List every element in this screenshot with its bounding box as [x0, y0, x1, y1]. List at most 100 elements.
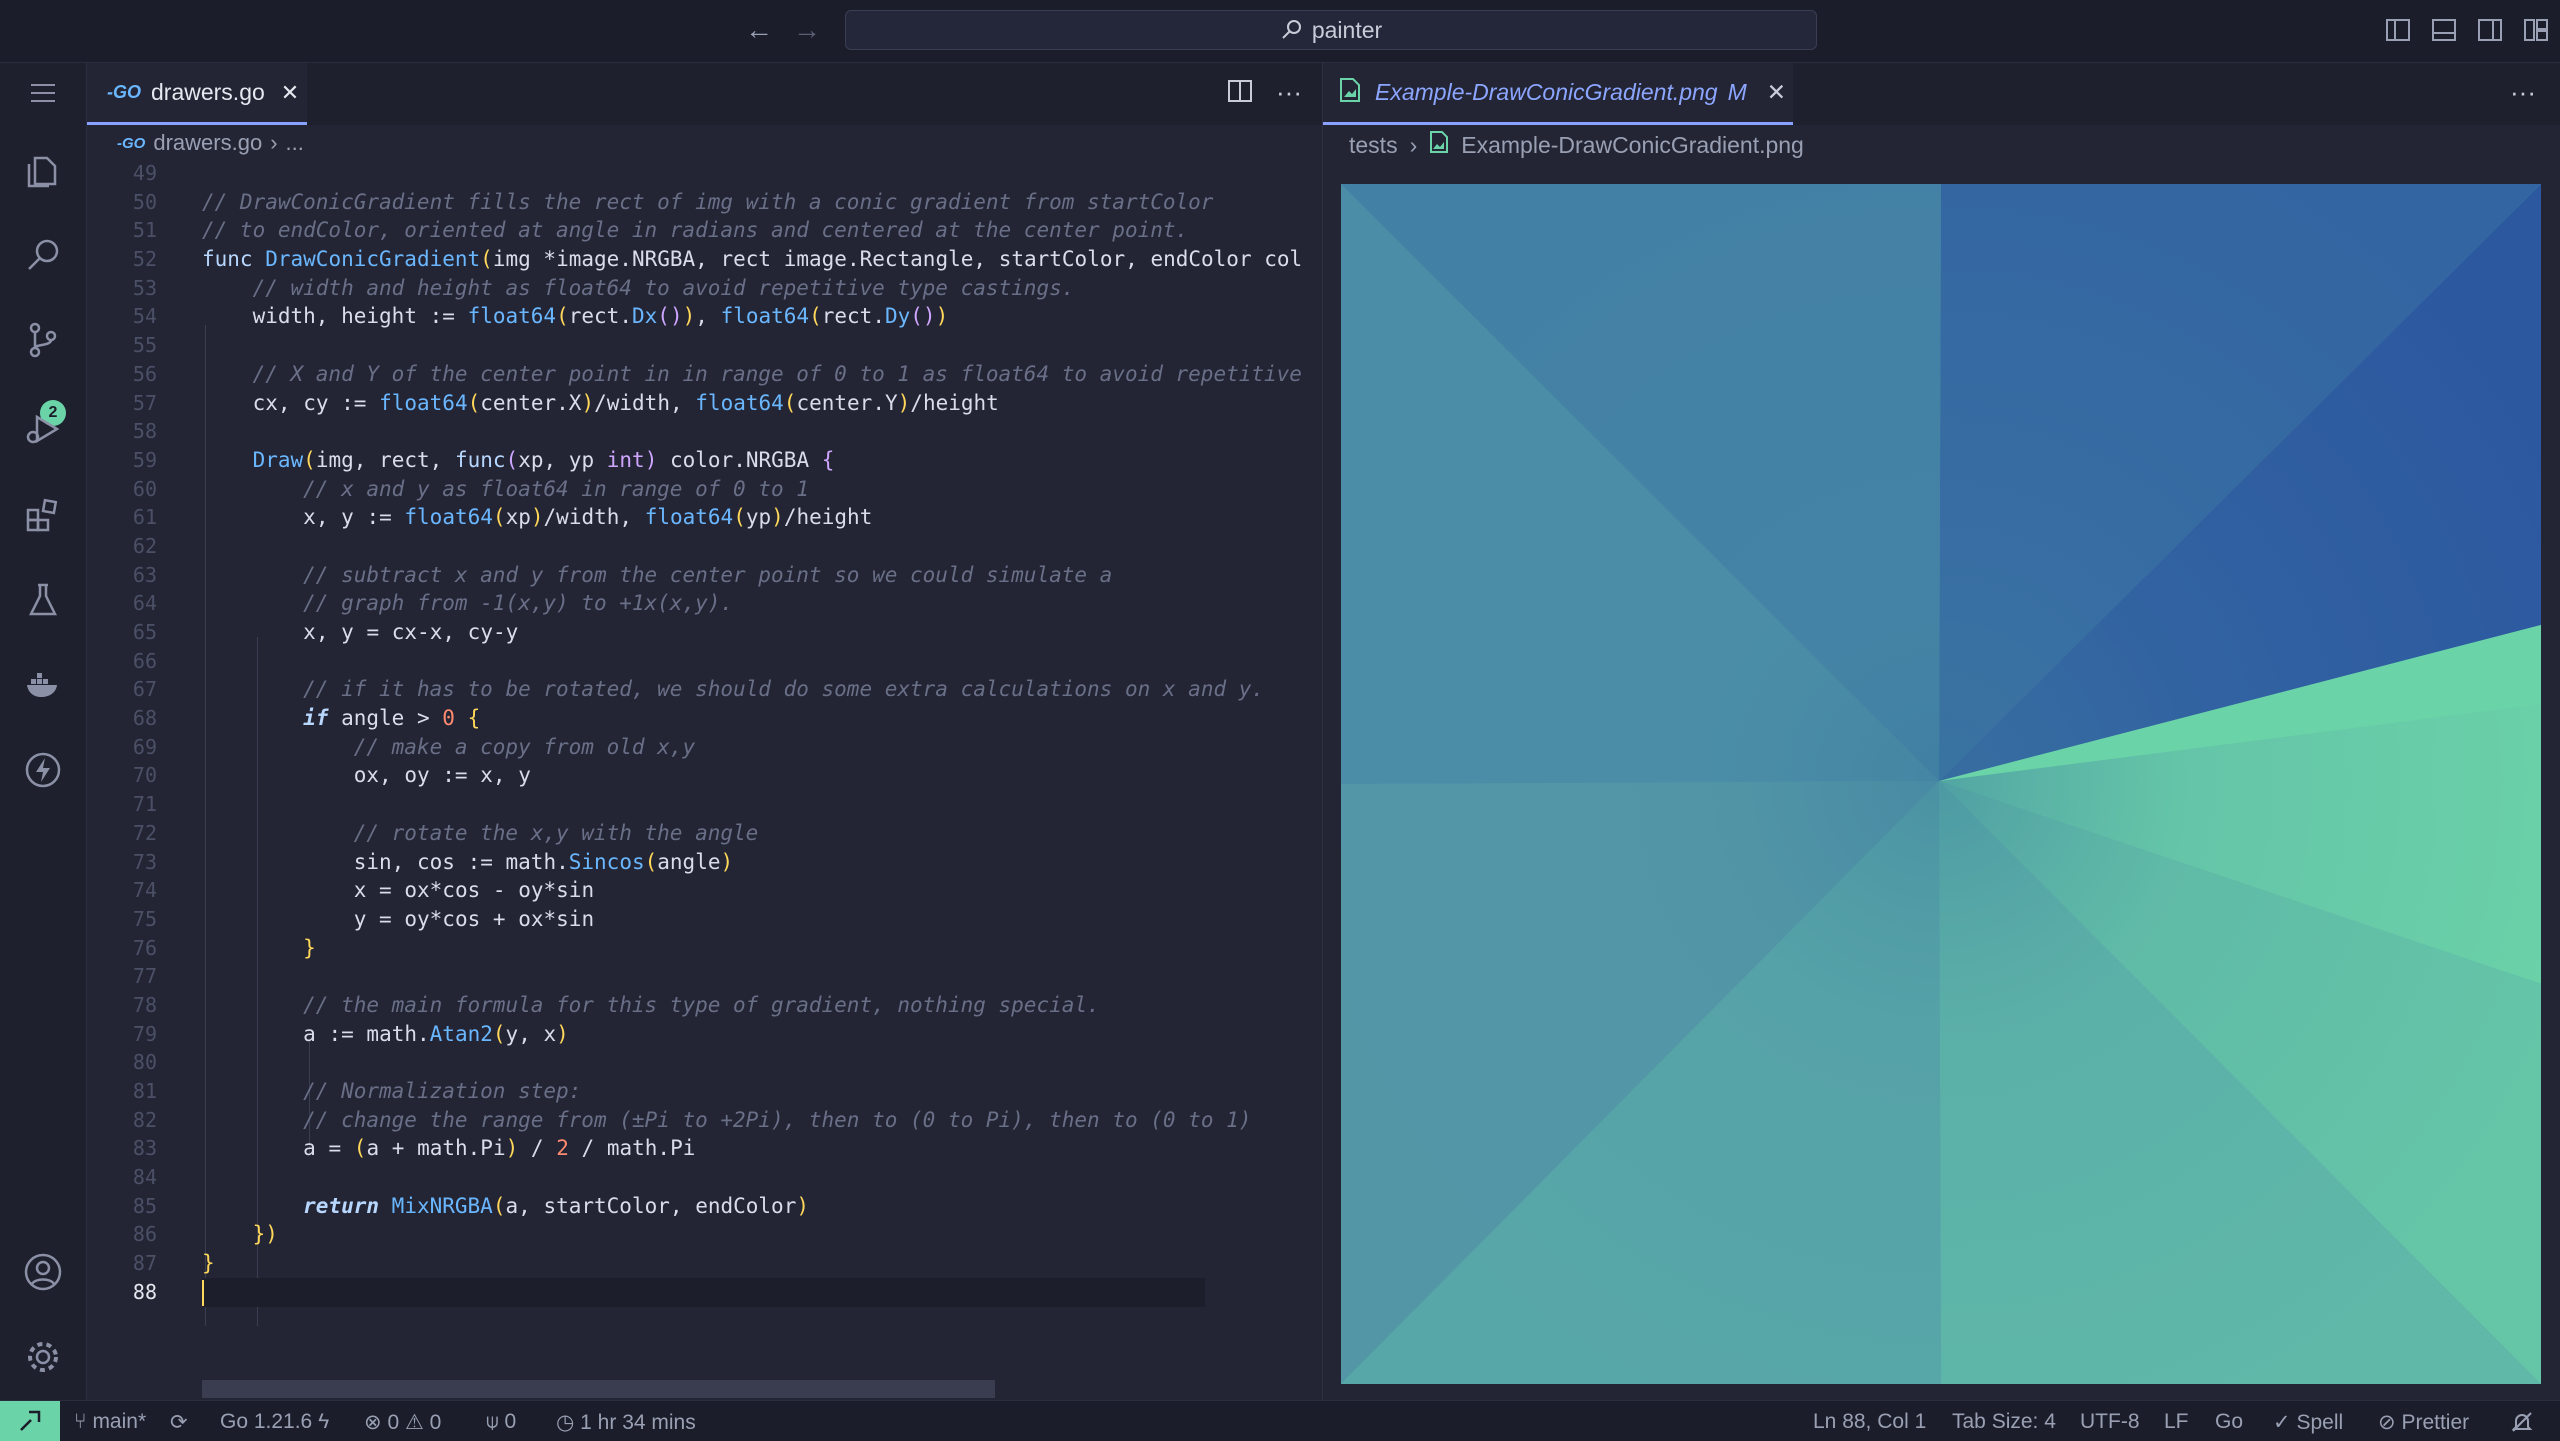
code-line[interactable]: // to endColor, oriented at angle in rad… — [202, 216, 1317, 245]
code-line[interactable]: return MixNRGBA(a, startColor, endColor) — [202, 1192, 1317, 1221]
chevron-right-icon: › — [270, 130, 278, 155]
code-line[interactable] — [202, 962, 1317, 991]
encoding[interactable]: UTF-8 — [2080, 1410, 2140, 1434]
history-icon: ◷ — [556, 1411, 575, 1434]
code-line[interactable]: // subtract x and y from the center poin… — [202, 561, 1317, 590]
breadcrumb-symbol[interactable]: ... — [286, 130, 304, 156]
code-area[interactable]: // DrawConicGradient fills the rect of i… — [202, 159, 1317, 1307]
code-line[interactable]: func DrawConicGradient(img *image.NRGBA,… — [202, 245, 1317, 274]
code-editor-group: -GO drawers.go ✕ ··· -GO drawers.go › ..… — [87, 63, 1322, 1400]
customize-layout-icon[interactable] — [2522, 16, 2550, 44]
code-line[interactable]: // width and height as float64 to avoid … — [202, 274, 1317, 303]
horizontal-scrollbar[interactable] — [202, 1380, 995, 1398]
split-editor-icon[interactable] — [1226, 77, 1254, 112]
remote-icon[interactable] — [0, 1401, 60, 1441]
code-line[interactable] — [202, 417, 1317, 446]
code-line[interactable]: cx, cy := float64(center.X)/width, float… — [202, 389, 1317, 418]
problems-status[interactable]: ⊗ 0 ⚠ 0 — [364, 1410, 441, 1435]
line-number: 54 — [132, 304, 157, 329]
code-line[interactable] — [202, 331, 1317, 360]
prettier-status[interactable]: ⊘ Prettier — [2378, 1410, 2469, 1435]
code-line[interactable]: x, y = cx-x, cy-y — [202, 618, 1317, 647]
code-line[interactable]: // make a copy from old x,y — [202, 733, 1317, 762]
toggle-primary-sidebar-icon[interactable] — [2384, 16, 2412, 44]
testing-icon[interactable] — [19, 576, 67, 624]
account-icon[interactable] — [19, 1248, 67, 1296]
code-line[interactable]: // rotate the x,y with the angle — [202, 819, 1317, 848]
notifications-bell-icon[interactable] — [2510, 1410, 2534, 1440]
code-line[interactable]: width, height := float64(rect.Dx()), flo… — [202, 302, 1317, 331]
code-line[interactable]: }) — [202, 1220, 1317, 1249]
run-debug-icon[interactable] — [19, 405, 67, 453]
close-icon[interactable]: ✕ — [1767, 79, 1786, 106]
line-number: 82 — [132, 1107, 157, 1132]
code-line[interactable] — [202, 1163, 1317, 1192]
code-line[interactable]: if angle > 0 { — [202, 704, 1317, 733]
code-line[interactable]: // DrawConicGradient fills the rect of i… — [202, 188, 1317, 217]
code-line[interactable]: // x and y as float64 in range of 0 to 1 — [202, 475, 1317, 504]
sync-icon[interactable]: ⟳ — [170, 1410, 188, 1435]
code-line[interactable]: a = (a + math.Pi) / 2 / math.Pi — [202, 1134, 1317, 1163]
breadcrumb-folder[interactable]: tests — [1349, 132, 1398, 159]
source-control-icon[interactable] — [19, 316, 67, 364]
language-mode[interactable]: Go — [2215, 1410, 2243, 1434]
close-icon[interactable]: ✕ — [281, 80, 299, 106]
breadcrumb-file[interactable]: drawers.go — [153, 130, 262, 156]
command-center-search[interactable]: painter — [845, 10, 1817, 50]
code-line[interactable]: // the main formula for this type of gra… — [202, 991, 1317, 1020]
code-line[interactable]: Draw(img, rect, func(xp, yp int) color.N… — [202, 446, 1317, 475]
breadcrumb-file[interactable]: Example-DrawConicGradient.png — [1461, 132, 1804, 159]
code-line[interactable] — [202, 1048, 1317, 1077]
go-file-icon: -GO — [117, 134, 146, 152]
tab-drawers-go[interactable]: -GO drawers.go ✕ — [87, 63, 307, 125]
code-line[interactable] — [202, 790, 1317, 819]
code-line[interactable] — [202, 647, 1317, 676]
search-icon[interactable] — [19, 231, 67, 279]
line-number: 58 — [132, 419, 157, 444]
back-arrow-icon[interactable]: ← — [745, 14, 773, 46]
toggle-secondary-sidebar-icon[interactable] — [2476, 16, 2504, 44]
code-line[interactable]: } — [202, 1249, 1317, 1278]
spell-status[interactable]: ✓ Spell — [2273, 1410, 2343, 1435]
lightning-icon[interactable] — [19, 746, 67, 794]
explorer-icon[interactable] — [19, 146, 67, 194]
ports-status[interactable]: ⍦ 0 — [486, 1410, 516, 1434]
prohibited-icon: ⊘ — [2378, 1411, 2396, 1434]
menu-icon[interactable] — [19, 69, 67, 117]
end-of-line[interactable]: LF — [2164, 1410, 2189, 1434]
more-actions-icon[interactable]: ··· — [2510, 77, 2536, 108]
time-tracker[interactable]: ◷ 1 hr 34 mins — [556, 1410, 696, 1435]
tab-example-png[interactable]: Example-DrawConicGradient.png M ✕ — [1323, 63, 1793, 125]
code-line[interactable]: // graph from -1(x,y) to +1x(x,y). — [202, 589, 1317, 618]
code-line[interactable] — [202, 532, 1317, 561]
breadcrumb: -GO drawers.go › ... — [117, 130, 304, 156]
code-line[interactable]: ox, oy := x, y — [202, 761, 1317, 790]
code-line[interactable] — [202, 1277, 1205, 1307]
code-line[interactable]: x, y := float64(xp)/width, float64(yp)/h… — [202, 503, 1317, 532]
code-line[interactable]: sin, cos := math.Sincos(angle) — [202, 848, 1317, 877]
code-line[interactable] — [202, 159, 1317, 188]
line-number: 73 — [132, 849, 157, 874]
code-line[interactable]: // if it has to be rotated, we should do… — [202, 675, 1317, 704]
tab-size[interactable]: Tab Size: 4 — [1952, 1410, 2056, 1434]
cursor-position[interactable]: Ln 88, Col 1 — [1813, 1410, 1926, 1434]
extensions-icon[interactable] — [19, 491, 67, 539]
code-line[interactable]: // change the range from (±Pi to +2Pi), … — [202, 1106, 1317, 1135]
conic-gradient-image[interactable] — [1341, 184, 2541, 1384]
more-actions-icon[interactable]: ··· — [1276, 77, 1302, 112]
toggle-panel-icon[interactable] — [2430, 16, 2458, 44]
code-line[interactable]: // Normalization step: — [202, 1077, 1317, 1106]
branch-status[interactable]: ⑂ main* — [74, 1410, 146, 1434]
forward-arrow-icon[interactable]: → — [793, 14, 821, 46]
line-number-gutter: 49 50 51 52 53 54 55 56 57 58 59 60 61 62 63 64 65 66 67 68… — [87, 159, 157, 1307]
code-line[interactable]: // X and Y of the center point in in ran… — [202, 360, 1317, 389]
code-line[interactable]: x = ox*cos - oy*sin — [202, 876, 1317, 905]
chevron-right-icon: › — [1409, 131, 1418, 158]
go-version-status[interactable]: Go 1.21.6 ϟ — [220, 1410, 329, 1434]
editor-tab-bar: -GO drawers.go ✕ ··· — [87, 63, 1322, 125]
code-line[interactable]: a := math.Atan2(y, x) — [202, 1020, 1317, 1049]
code-line[interactable]: y = oy*cos + ox*sin — [202, 905, 1317, 934]
settings-icon[interactable] — [19, 1333, 67, 1381]
code-line[interactable]: } — [202, 934, 1317, 963]
docker-icon[interactable] — [19, 661, 67, 709]
